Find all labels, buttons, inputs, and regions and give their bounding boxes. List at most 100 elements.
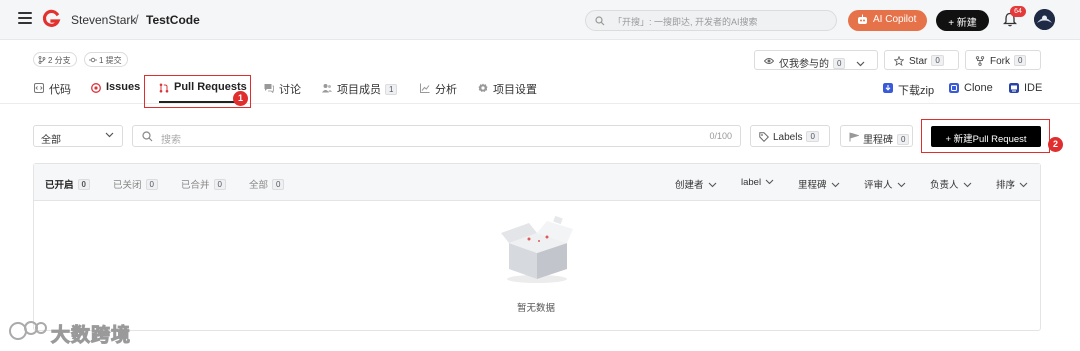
tab-analytics-label: 分析 [435, 84, 457, 96]
global-search-placeholder: 「开搜」: 一搜即达, 开发者的AI搜索 [613, 17, 758, 27]
ai-copilot-button[interactable]: AI Copilot [848, 10, 927, 31]
branch-icon [38, 56, 46, 64]
filter-assignee[interactable]: 负责人 [930, 177, 972, 191]
clone-link[interactable]: Clone [949, 82, 993, 94]
fork-button[interactable]: Fork 0 [965, 50, 1041, 70]
search-icon [595, 16, 605, 26]
gitcode-logo[interactable] [41, 9, 61, 29]
analytics-icon [420, 83, 430, 93]
filter-milestone-label: 里程碑 [798, 180, 827, 191]
commits-pill[interactable]: 1 提交 [84, 52, 128, 67]
pr-search-char-count: 0/100 [709, 131, 732, 141]
filter-author[interactable]: 创建者 [675, 177, 717, 191]
participate-filter-button[interactable]: 仅我参与的 0 [754, 50, 878, 70]
tab-settings-label: 项目设置 [493, 84, 537, 96]
fork-icon [975, 56, 985, 66]
code-icon [34, 83, 44, 93]
state-all-label: 全部 [249, 180, 269, 191]
participate-count: 0 [833, 58, 846, 69]
chevron-down-icon [708, 182, 716, 188]
star-button[interactable]: Star 0 [884, 50, 959, 70]
tab-issues[interactable]: Issues [91, 81, 140, 93]
state-tab-open[interactable]: 已开启 0 [45, 177, 90, 191]
empty-state-text: 暂无数据 [517, 303, 556, 314]
state-tab-merged[interactable]: 已合并 0 [181, 177, 226, 191]
clone-label: Clone [964, 82, 993, 94]
tab-settings[interactable]: 项目设置 [478, 81, 537, 97]
breadcrumb-owner[interactable]: StevenStark [71, 13, 136, 27]
robot-icon [858, 14, 867, 24]
clone-icon [949, 83, 959, 93]
state-tab-closed[interactable]: 已关闭 0 [113, 177, 158, 191]
labels-label: Labels [773, 132, 803, 143]
state-open-label: 已开启 [45, 180, 74, 191]
milestones-count: 0 [897, 134, 910, 145]
download-zip-label: 下载zip [898, 85, 935, 97]
members-icon [322, 84, 332, 93]
filter-assignee-label: 负责人 [930, 180, 959, 191]
chevron-down-icon [1019, 182, 1028, 188]
global-search-input[interactable]: 「开搜」: 一搜即达, 开发者的AI搜索 [585, 10, 837, 31]
annotation-box-2 [921, 119, 1050, 153]
milestones-button[interactable]: 里程碑 0 [840, 125, 913, 147]
tab-code-label: 代码 [49, 84, 71, 96]
chevron-down-icon [105, 132, 114, 138]
commits-label: 1 提交 [99, 56, 122, 65]
flag-icon [849, 132, 859, 142]
fork-count: 0 [1014, 55, 1027, 66]
new-button[interactable]: + 新建 [936, 10, 989, 31]
watermark-text: 大数跨境 [50, 325, 132, 347]
tab-members-label: 项目成员 [337, 84, 381, 96]
labels-count: 0 [806, 131, 819, 142]
state-tab-all[interactable]: 全部 0 [249, 177, 285, 191]
tab-discussions-label: 讨论 [279, 84, 301, 96]
tab-code[interactable]: 代码 [34, 81, 71, 97]
state-closed-label: 已关闭 [113, 180, 142, 191]
tab-discussions[interactable]: 讨论 [264, 81, 301, 97]
fork-label: Fork [990, 56, 1010, 67]
participate-label: 仅我参与的 [779, 59, 829, 70]
notification-badge: 64 [1010, 6, 1026, 17]
filter-label-label: label [741, 177, 762, 188]
commit-icon [89, 57, 97, 63]
status-select[interactable]: 全部 [33, 125, 123, 147]
state-open-count: 0 [77, 179, 90, 190]
filter-reviewer-label: 评审人 [864, 180, 893, 191]
chevron-down-icon [897, 182, 905, 188]
filter-author-label: 创建者 [675, 180, 704, 191]
state-merged-label: 已合并 [181, 180, 210, 191]
filter-label[interactable]: label [741, 177, 774, 188]
branches-label: 2 分支 [48, 56, 71, 65]
pr-search-input[interactable]: 搜索 0/100 [132, 125, 741, 147]
chevron-down-icon [831, 182, 839, 188]
tab-members[interactable]: 项目成员 1 [322, 81, 398, 97]
branches-pill[interactable]: 2 分支 [33, 52, 77, 67]
download-zip-link[interactable]: 下载zip [883, 82, 934, 98]
top-navbar: StevenStark / TestCode 「开搜」: 一搜即达, 开发者的A… [0, 0, 1080, 40]
pr-search-placeholder: 搜索 [161, 135, 181, 146]
issue-icon [91, 83, 101, 93]
chevron-down-icon [963, 182, 971, 188]
watermark-logo [9, 321, 47, 340]
gear-icon [478, 83, 488, 92]
discussion-icon [264, 84, 274, 93]
status-select-value: 全部 [41, 135, 61, 146]
filter-sort-label: 排序 [996, 180, 1016, 191]
milestones-label: 里程碑 [863, 135, 893, 146]
tab-analytics[interactable]: 分析 [420, 81, 457, 97]
download-icon [883, 83, 893, 93]
ide-label: IDE [1024, 82, 1043, 94]
state-closed-count: 0 [145, 179, 158, 190]
filter-reviewer[interactable]: 评审人 [864, 177, 906, 191]
menu-icon[interactable] [18, 12, 32, 24]
annotation-marker-1: 1 [233, 91, 248, 106]
filter-sort[interactable]: 排序 [996, 177, 1028, 191]
tab-members-count: 1 [385, 84, 398, 95]
ide-link[interactable]: IDE [1009, 82, 1042, 94]
avatar[interactable] [1034, 9, 1055, 30]
breadcrumb-repo[interactable]: TestCode [146, 13, 200, 27]
filter-milestone[interactable]: 里程碑 [798, 177, 840, 191]
tab-issues-label: Issues [106, 81, 141, 93]
empty-box-icon [501, 215, 573, 283]
labels-button[interactable]: Labels 0 [750, 125, 830, 147]
